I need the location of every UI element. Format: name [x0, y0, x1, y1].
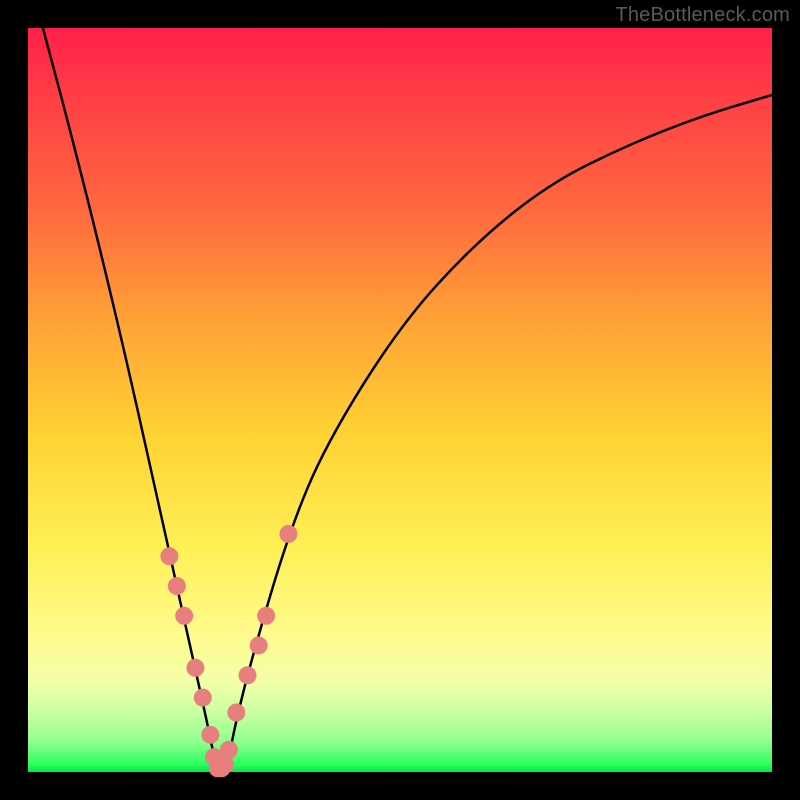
plot-area [28, 28, 772, 772]
watermark-text: TheBottleneck.com [615, 4, 790, 27]
outer-frame: TheBottleneck.com [0, 0, 800, 800]
marker-point [194, 689, 212, 707]
marker-point [175, 607, 193, 625]
marker-point [186, 659, 204, 677]
marker-point [220, 741, 238, 759]
marker-point [279, 525, 297, 543]
marker-point [227, 704, 245, 722]
bottleneck-curve [43, 28, 772, 768]
marker-group [160, 525, 297, 777]
marker-point [168, 577, 186, 595]
curve-svg [28, 28, 772, 772]
marker-point [257, 607, 275, 625]
marker-point [201, 726, 219, 744]
marker-point [160, 547, 178, 565]
marker-point [239, 666, 257, 684]
marker-point [250, 637, 268, 655]
